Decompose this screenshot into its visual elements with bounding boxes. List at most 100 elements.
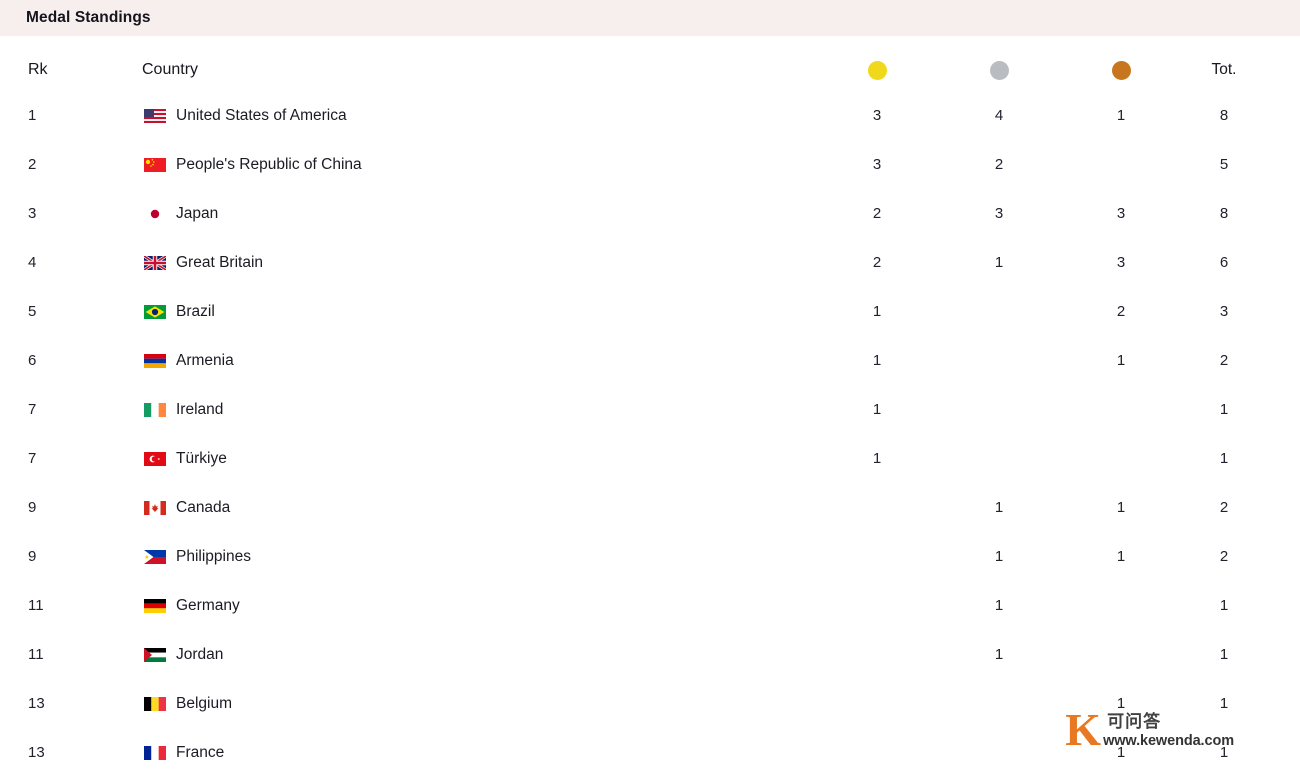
table-row[interactable]: 6 Armenia 1 1 2 [0, 336, 1300, 385]
table-row[interactable]: 13 France 1 1 [0, 728, 1300, 777]
country-name: Brazil [176, 302, 215, 320]
country-name: France [176, 743, 225, 761]
table-row[interactable]: 11 Jordan 1 1 [0, 630, 1300, 679]
flag-japan-icon [142, 206, 168, 222]
cell-total: 2 [1219, 499, 1229, 516]
cell-silver: 1 [994, 254, 1004, 271]
cell-gold: 1 [872, 401, 882, 418]
flag-canada-icon [142, 500, 168, 516]
table-header-row: Rk Country Tot. [0, 49, 1300, 91]
table-row[interactable]: 11 Germany 1 1 [0, 581, 1300, 630]
cell-silver: 3 [994, 205, 1004, 222]
cell-rank: 11 [28, 646, 44, 663]
cell-country: Great Britain [120, 254, 816, 272]
cell-rank: 9 [28, 548, 37, 565]
table-row[interactable]: 7 Ireland 1 1 [0, 385, 1300, 434]
cell-gold: 1 [872, 450, 882, 467]
flag-jordan-icon [142, 647, 168, 663]
country-name: Philippines [176, 547, 251, 565]
flag-gb-icon [142, 255, 168, 271]
cell-silver: 1 [994, 646, 1004, 663]
cell-rank: 1 [28, 107, 37, 124]
cell-silver: 1 [994, 597, 1004, 614]
table-row[interactable]: 3 Japan 2 3 3 8 [0, 189, 1300, 238]
cell-bronze: 3 [1116, 254, 1126, 271]
column-header-silver[interactable] [938, 60, 1060, 80]
flag-philippines-icon [142, 549, 168, 565]
cell-bronze: 1 [1116, 352, 1126, 369]
cell-bronze: 1 [1116, 695, 1126, 712]
table-row[interactable]: 1 United States of America 3 4 1 8 [0, 91, 1300, 140]
country-name: Armenia [176, 351, 234, 369]
cell-rank: 11 [28, 597, 44, 614]
table-row[interactable]: 9 Philippines 1 1 2 [0, 532, 1300, 581]
cell-gold: 2 [872, 205, 882, 222]
cell-bronze: 1 [1116, 107, 1126, 124]
cell-rank: 7 [28, 450, 37, 467]
cell-total: 1 [1219, 401, 1229, 418]
bronze-medal-icon [1111, 60, 1131, 80]
cell-country: Philippines [120, 548, 816, 566]
column-header-country[interactable]: Country [120, 61, 816, 79]
column-header-total[interactable]: Tot. [1182, 61, 1300, 79]
country-name: Jordan [176, 645, 224, 663]
cell-gold: 1 [872, 352, 882, 369]
cell-gold: 3 [872, 107, 882, 124]
cell-total: 1 [1219, 597, 1229, 614]
cell-rank: 13 [28, 695, 45, 712]
cell-country: Armenia [120, 352, 816, 370]
table-row[interactable]: 4 Great Britain 2 1 3 6 [0, 238, 1300, 287]
column-header-gold[interactable] [816, 60, 938, 80]
column-header-rank[interactable]: Rk [0, 61, 120, 79]
cell-country: France [120, 744, 816, 762]
country-name: Belgium [176, 694, 232, 712]
page-title: Medal Standings [26, 9, 151, 26]
cell-silver: 1 [994, 499, 1004, 516]
cell-bronze: 1 [1116, 744, 1126, 761]
cell-total: 2 [1219, 352, 1229, 369]
cell-total: 1 [1219, 695, 1229, 712]
cell-total: 1 [1219, 450, 1229, 467]
cell-total: 1 [1219, 744, 1229, 761]
table-row[interactable]: 2 People's Republic of China 3 2 5 [0, 140, 1300, 189]
table-row[interactable]: 7 Türkiye 1 1 [0, 434, 1300, 483]
table-row[interactable]: 9 Canada 1 1 2 [0, 483, 1300, 532]
column-header-bronze[interactable] [1060, 60, 1182, 80]
flag-germany-icon [142, 598, 168, 614]
cell-total: 8 [1219, 107, 1229, 124]
cell-rank: 9 [28, 499, 37, 516]
flag-turkiye-icon [142, 451, 168, 467]
cell-total: 1 [1219, 646, 1229, 663]
cell-silver: 4 [994, 107, 1004, 124]
cell-bronze: 1 [1116, 548, 1126, 565]
cell-rank: 2 [28, 156, 37, 173]
country-name: United States of America [176, 106, 347, 124]
medal-standings-page: Medal Standings Rk Country Tot. 1 United … [0, 0, 1300, 769]
cell-country: Jordan [120, 646, 816, 664]
cell-country: United States of America [120, 107, 816, 125]
table-row[interactable]: 13 Belgium 1 1 [0, 679, 1300, 728]
cell-bronze: 2 [1116, 303, 1126, 320]
cell-country: Japan [120, 205, 816, 223]
cell-total: 3 [1219, 303, 1229, 320]
country-name: Great Britain [176, 253, 264, 271]
gold-medal-icon [867, 60, 887, 80]
cell-rank: 4 [28, 254, 37, 271]
country-name: Türkiye [176, 449, 227, 467]
cell-silver: 1 [994, 548, 1004, 565]
medal-standings-table: Rk Country Tot. 1 United States of Americ… [0, 49, 1300, 777]
cell-gold: 2 [872, 254, 882, 271]
flag-china-icon [142, 157, 168, 173]
cell-rank: 7 [28, 401, 37, 418]
cell-rank: 6 [28, 352, 37, 369]
table-row[interactable]: 5 Brazil 1 2 3 [0, 287, 1300, 336]
cell-country: Brazil [120, 303, 816, 321]
cell-country: Türkiye [120, 450, 816, 468]
flag-armenia-icon [142, 353, 168, 369]
country-name: Canada [176, 498, 231, 516]
cell-gold: 1 [872, 303, 882, 320]
cell-total: 5 [1219, 156, 1229, 173]
country-name: Germany [176, 596, 240, 614]
cell-country: Belgium [120, 695, 816, 713]
country-name: Japan [176, 204, 219, 222]
